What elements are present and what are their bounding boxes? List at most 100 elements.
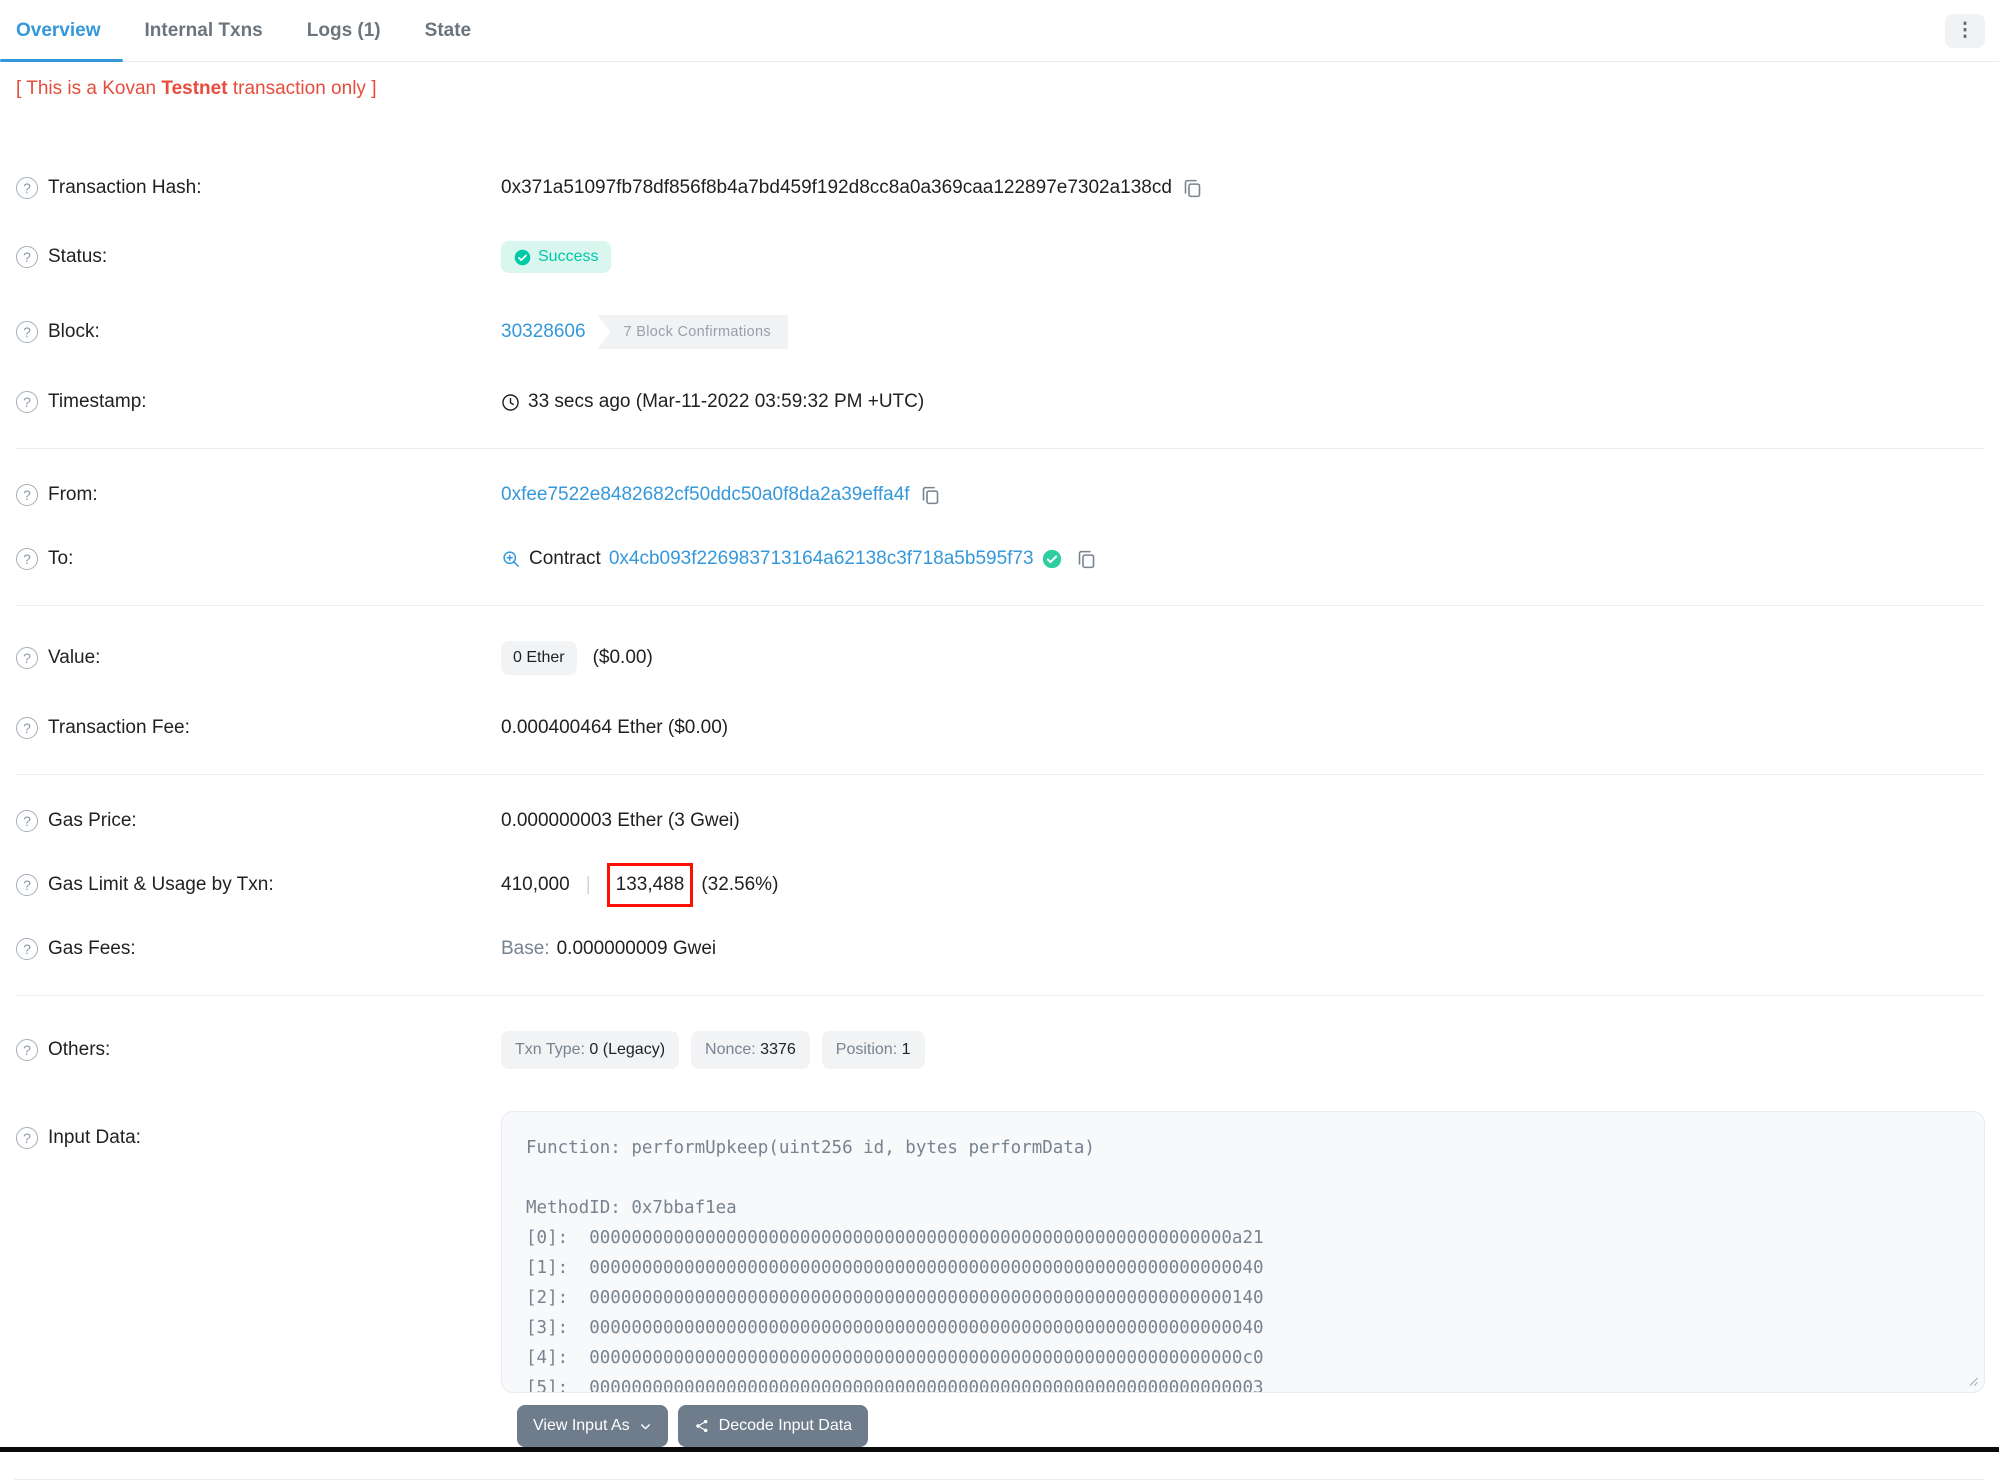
help-icon: ? — [16, 177, 38, 199]
input-data-line: [5]: 00000000000000000000000000000000000… — [526, 1378, 1264, 1393]
section-divider — [16, 774, 1985, 775]
view-input-as-label: View Input As — [533, 1417, 630, 1434]
others-row: ? Others: Txn Type: 0 (Legacy) Nonce: 33… — [16, 1010, 1985, 1090]
gas-separator: | — [585, 874, 591, 895]
gas-fees-base-value: 0.000000009 Gwei — [556, 938, 717, 959]
gas-fees-base-label: Base: — [501, 938, 550, 959]
section-divider — [16, 995, 1985, 996]
txn-type-value: 0 (Legacy) — [589, 1041, 666, 1058]
transaction-hash-row: ? Transaction Hash: 0x371a51097fb78df856… — [16, 156, 1985, 220]
status-badge: Success — [501, 241, 612, 273]
tab-overview[interactable]: Overview — [0, 0, 123, 62]
value-usd: ($0.00) — [592, 647, 653, 668]
check-circle-icon — [514, 249, 531, 266]
position-value: 1 — [901, 1041, 911, 1058]
transaction-fee-row: ? Transaction Fee: 0.000400464 Ether ($0… — [16, 696, 1985, 760]
view-input-as-button[interactable]: View Input As — [517, 1405, 668, 1447]
help-icon: ? — [16, 938, 38, 960]
input-data-line: Function: performUpkeep(uint256 id, byte… — [526, 1138, 1095, 1158]
clock-icon — [501, 393, 520, 412]
testnet-warning: [ This is a Kovan Testnet transaction on… — [16, 78, 1983, 100]
section-divider — [16, 605, 1985, 606]
block-row: ? Block: 30328606 7 Block Confirmations — [16, 294, 1985, 370]
value-badge: 0 Ether — [501, 641, 577, 675]
value-label: Value: — [48, 647, 101, 668]
verified-check-icon — [1042, 549, 1062, 569]
help-icon: ? — [16, 1127, 38, 1149]
status-text: Success — [538, 248, 599, 265]
gas-used-value: 133,488 — [615, 874, 685, 895]
from-row: ? From: 0xfee7522e8482682cf50ddc50a0f8da… — [16, 463, 1985, 527]
copy-icon[interactable] — [1182, 178, 1203, 199]
others-label: Others: — [48, 1039, 111, 1060]
testnet-warning-prefix: [ This is a Kovan — [16, 78, 162, 99]
help-icon: ? — [16, 874, 38, 896]
gas-price-row: ? Gas Price: 0.000000003 Ether (3 Gwei) — [16, 789, 1985, 853]
txn-type-badge: Txn Type: 0 (Legacy) — [501, 1031, 680, 1069]
zoom-in-icon[interactable] — [501, 549, 521, 569]
input-data-box[interactable]: Function: performUpkeep(uint256 id, byte… — [501, 1111, 1985, 1393]
input-data-line — [526, 1163, 1960, 1193]
position-key: Position: — [835, 1041, 898, 1058]
position-badge: Position: 1 — [821, 1031, 925, 1069]
gas-used-percent: (32.56%) — [701, 874, 779, 895]
gas-price-value: 0.000000003 Ether (3 Gwei) — [501, 810, 740, 831]
input-data-label: Input Data: — [48, 1127, 141, 1148]
input-data-line: [4]: 00000000000000000000000000000000000… — [526, 1348, 1264, 1368]
testnet-warning-bold: Testnet — [161, 78, 228, 99]
tab-state[interactable]: State — [403, 0, 493, 61]
nonce-value: 3376 — [760, 1041, 796, 1058]
help-icon: ? — [16, 246, 38, 268]
nonce-badge: Nonce: 3376 — [691, 1031, 810, 1069]
gas-limit-value: 410,000 — [501, 874, 570, 895]
transaction-hash-label: Transaction Hash: — [48, 177, 202, 198]
testnet-warning-suffix: transaction only ] — [227, 78, 377, 99]
input-data-line: [0]: 00000000000000000000000000000000000… — [526, 1228, 1264, 1248]
help-icon: ? — [16, 717, 38, 739]
from-address-link[interactable]: 0xfee7522e8482682cf50ddc50a0f8da2a39effa… — [501, 484, 910, 506]
gas-fees-row: ? Gas Fees: Base: 0.000000009 Gwei — [16, 917, 1985, 981]
decode-icon — [694, 1418, 710, 1434]
block-number-link[interactable]: 30328606 — [501, 321, 586, 343]
status-row: ? Status: Success — [16, 220, 1985, 294]
input-data-line: MethodID: 0x7bbaf1ea — [526, 1198, 737, 1218]
status-label: Status: — [48, 246, 108, 267]
gas-limit-row: ? Gas Limit & Usage by Txn: 410,000 | 13… — [16, 853, 1985, 917]
section-divider — [16, 448, 1985, 449]
help-icon: ? — [16, 810, 38, 832]
transaction-fee-value: 0.000400464 Ether ($0.00) — [501, 717, 729, 738]
transaction-fee-label: Transaction Fee: — [48, 717, 190, 738]
chevron-down-icon — [639, 1420, 652, 1433]
decode-input-data-label: Decode Input Data — [718, 1417, 853, 1434]
to-row: ? To: Contract 0x4cb093f226983713164a621… — [16, 527, 1985, 591]
help-icon: ? — [16, 321, 38, 343]
help-icon: ? — [16, 548, 38, 570]
kebab-menu-icon: ⋮ — [1955, 20, 1975, 41]
tab-logs[interactable]: Logs (1) — [285, 0, 403, 61]
input-data-line: [3]: 00000000000000000000000000000000000… — [526, 1318, 1264, 1338]
input-data-line: [2]: 00000000000000000000000000000000000… — [526, 1288, 1264, 1308]
gas-limit-label: Gas Limit & Usage by Txn: — [48, 874, 274, 895]
from-label: From: — [48, 484, 98, 505]
to-address-link[interactable]: 0x4cb093f226983713164a62138c3f718a5b595f… — [609, 548, 1034, 570]
timestamp-label: Timestamp: — [48, 391, 147, 412]
black-bottom-bar — [0, 1447, 1999, 1452]
timestamp-row: ? Timestamp: 33 secs ago (Mar-11-2022 03… — [16, 370, 1985, 434]
block-confirmations-badge: 7 Block Confirmations — [597, 315, 788, 349]
tab-internal-txns[interactable]: Internal Txns — [123, 0, 285, 61]
tab-bar: Overview Internal Txns Logs (1) State ⋮ — [0, 0, 1999, 62]
gas-used-annotation-box: 133,488 — [606, 863, 694, 907]
timestamp-value: 33 secs ago (Mar-11-2022 03:59:32 PM +UT… — [528, 391, 925, 412]
block-label: Block: — [48, 321, 100, 342]
help-icon: ? — [16, 484, 38, 506]
kebab-menu-button[interactable]: ⋮ — [1945, 13, 1985, 48]
nonce-key: Nonce: — [705, 1041, 756, 1058]
transaction-hash-value: 0x371a51097fb78df856f8b4a7bd459f192d8cc8… — [501, 177, 1172, 198]
copy-icon[interactable] — [920, 485, 941, 506]
to-kind-text: Contract — [529, 548, 601, 569]
input-data-row: ? Input Data: Function: performUpkeep(ui… — [16, 1090, 1985, 1393]
copy-icon[interactable] — [1076, 549, 1097, 570]
help-icon: ? — [16, 647, 38, 669]
resize-handle[interactable] — [1965, 1373, 1979, 1387]
decode-input-data-button[interactable]: Decode Input Data — [677, 1405, 869, 1447]
